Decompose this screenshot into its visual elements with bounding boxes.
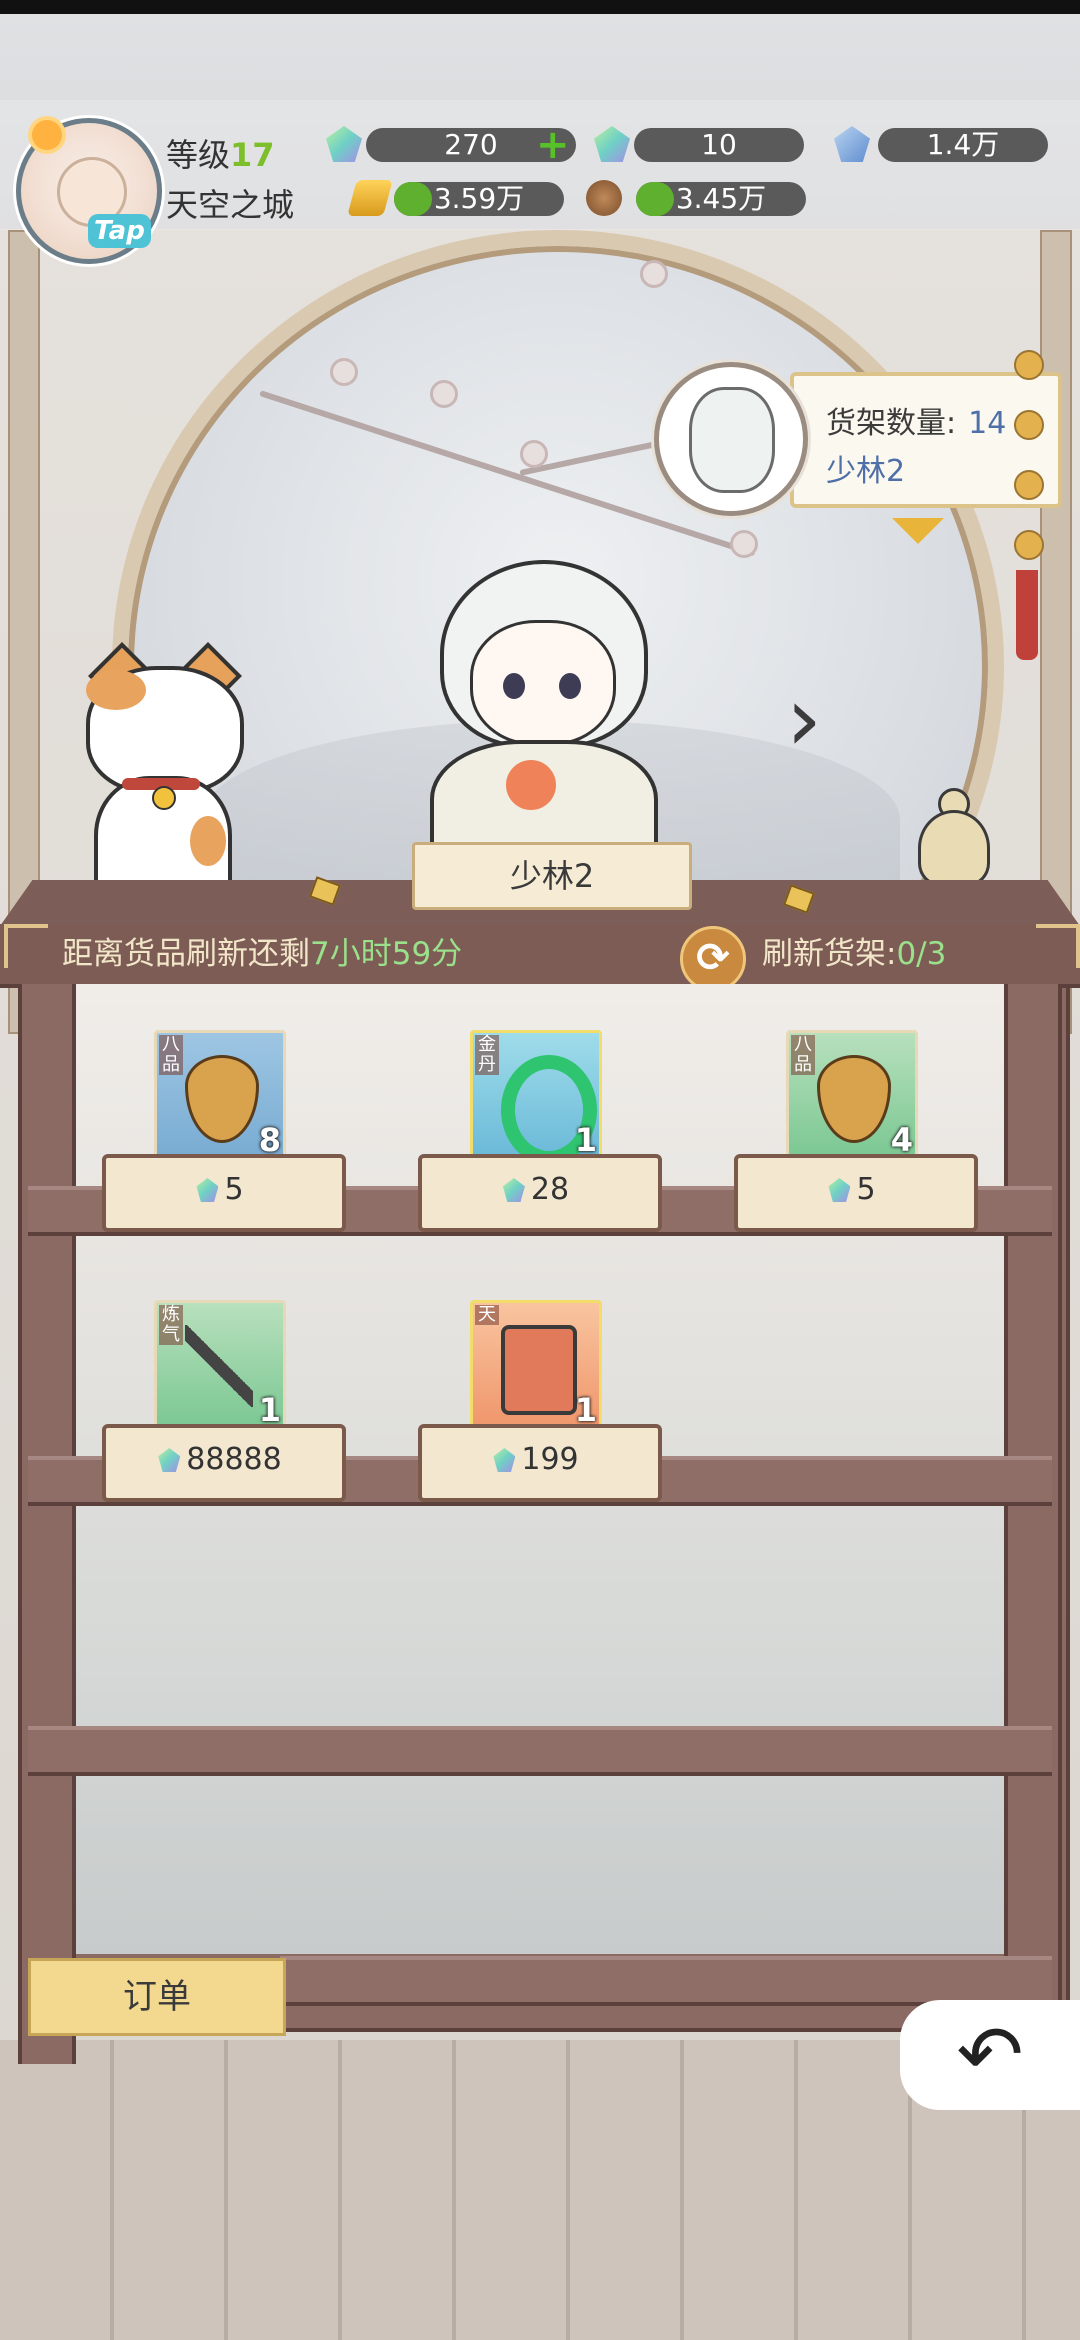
gold-fill [394,182,432,216]
gold-value: 3.59万 [433,182,525,215]
item-card: 炼气 1 [154,1300,286,1432]
flower-brooch-icon [506,760,556,810]
brush-icon [185,1325,253,1407]
next-shop-arrow-icon[interactable]: › [786,675,842,765]
player-level: 等级17 [166,130,275,176]
item-price: 28 [418,1168,654,1212]
teapot-icon [906,780,996,890]
tap-badge[interactable]: Tap [88,214,151,248]
shopkeeper-character[interactable] [410,560,670,888]
item-grade: 八品 [791,1035,815,1075]
item-price: 199 [418,1438,654,1482]
keeper-name-plaque: 少林2 [412,842,692,910]
owner-portrait [689,387,775,493]
gourd-icon [185,1055,259,1143]
gem-icon [493,1448,516,1472]
gourd-icon [817,1055,891,1143]
item-price-value: 199 [521,1442,579,1477]
order-button[interactable]: 订单 [28,1958,286,2036]
plum-blossom [430,380,458,408]
dropdown-triangle-icon[interactable] [892,518,944,544]
item-grade: 炼气 [159,1305,183,1345]
back-arrow-icon[interactable]: ↶ [900,2000,1080,2110]
plum-blossom [730,530,758,558]
crystal-value: 1.4万 [926,128,1000,161]
keeper-eye [503,673,525,699]
wood-counter[interactable]: 3.45万 [636,182,806,216]
item-card: 八品 8 [154,1030,286,1162]
gem-value: 270 [444,128,498,161]
shop-owner-avatar[interactable] [654,362,808,516]
status-bar [0,0,1080,14]
shelf-count-value: 14 [968,406,1007,441]
bell-icon [152,786,176,810]
shop-item[interactable]: 炼气 1 88888 [102,1300,346,1502]
crystal-counter[interactable]: 1.4万 [878,128,1048,162]
shop-item[interactable]: 八品 4 5 [734,1030,978,1232]
keeper-eye [559,673,581,699]
refresh-shelf[interactable]: 刷新货架:0/3 [762,930,946,978]
item-price-value: 5 [856,1172,876,1207]
wood-value: 3.45万 [675,182,767,215]
item-price: 88888 [102,1438,338,1482]
gold-counter[interactable]: 3.59万 [394,182,564,216]
cat-patch [190,816,226,866]
coin-icon [1014,470,1044,500]
wood-fill [636,182,674,216]
item-price-value: 28 [530,1172,570,1207]
item-price-value: 5 [224,1172,244,1207]
item-price: 5 [102,1168,338,1212]
item-card: 八品 4 [786,1030,918,1162]
item-grade: 天 [475,1305,499,1325]
level-value: 17 [230,136,275,174]
plum-blossom [330,358,358,386]
cat-patch [86,670,146,710]
item-grade: 八品 [159,1035,183,1075]
coin-icon [1014,530,1044,560]
shelf-count-row: 货架数量: 14 [826,398,1006,442]
restock-countdown: 距离货品刷新还剩7小时59分 [62,930,462,978]
shop-name: 少林2 [826,454,906,489]
city-name: 天空之城 [166,186,295,224]
shop-item[interactable]: 金丹 1 28 [418,1030,662,1232]
add-gems-plus-icon[interactable]: + [536,125,570,165]
locked-gem-counter[interactable]: 10 [634,128,804,162]
shelf-post [1004,984,1062,2064]
refresh-label: 刷新货架: [762,936,897,972]
shelf-board [28,1726,1052,1776]
shop-item[interactable]: 八品 8 5 [102,1030,346,1232]
coin-icon [1014,350,1044,380]
item-price-value: 88888 [186,1442,282,1477]
plum-blossom [640,260,668,288]
refresh-count: 0/3 [896,936,947,972]
countdown-time: 7小时59分 [310,936,463,972]
corner-ornament [1036,924,1080,968]
coin-icon [1014,410,1044,440]
refresh-icon[interactable]: ⟳ [680,926,746,992]
locked-gem-value: 10 [701,128,737,161]
countdown-prefix: 距离货品刷新还剩 [62,936,310,972]
sun-icon [32,120,62,150]
wood-icon [586,180,622,216]
shelf-post [18,984,76,2064]
teapot-body [918,810,990,886]
plum-blossom [520,440,548,468]
item-price: 5 [734,1168,970,1212]
skill-book-icon [501,1325,577,1415]
gem-icon [828,1178,851,1202]
item-card: 金丹 1 [470,1030,602,1165]
shelf-board [280,1956,1052,2006]
tassel-icon [1016,570,1038,660]
corner-ornament [4,924,48,968]
item-grade: 金丹 [475,1035,499,1075]
shop-item[interactable]: 天 1 199 [418,1300,662,1502]
level-label: 等级 [166,136,231,174]
item-card: 天 1 [470,1300,602,1432]
gem-icon [196,1178,219,1202]
hanging-coins-ornament [1010,350,1044,660]
gem-icon [502,1178,525,1202]
gem-icon [158,1448,181,1472]
shelf-count-label: 货架数量: [826,406,957,441]
keeper-face [470,620,616,746]
